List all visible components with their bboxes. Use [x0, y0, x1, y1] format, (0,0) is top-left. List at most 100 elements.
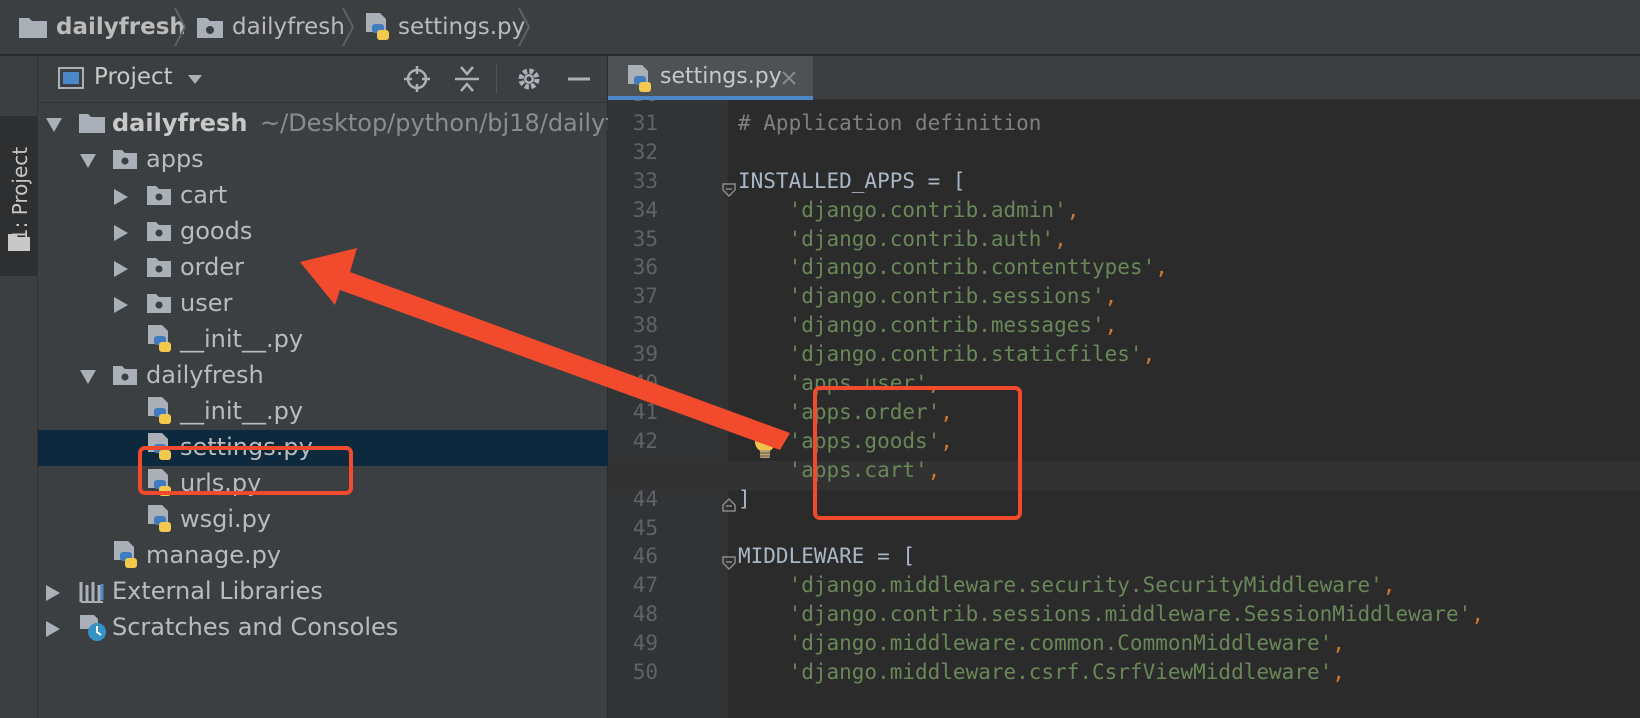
fold-marker-icon[interactable]: [722, 183, 736, 197]
folder-icon: [146, 220, 172, 246]
code-token: 'django.contrib.admin': [738, 197, 1067, 222]
breadcrumb-project[interactable]: dailyfresh: [18, 0, 186, 54]
chevron-right-icon: [342, 7, 355, 47]
line-number: 38: [632, 313, 658, 338]
line-number: 44: [632, 486, 658, 511]
code-token: 'django.middleware.csrf.CsrfViewMiddlewa…: [738, 660, 1333, 684]
tab-settings-py[interactable]: settings.py: [608, 56, 813, 100]
breadcrumb-label: dailyfresh: [56, 14, 186, 40]
tree-item-user[interactable]: user: [38, 286, 608, 322]
tree-item-label: External Libraries: [112, 577, 323, 605]
code-token: ]: [738, 486, 751, 511]
tree-item-dailyfresh[interactable]: dailyfresh ~/Desktop/python/bj18/dailyfre…: [38, 106, 666, 142]
code-token: ,: [1332, 660, 1345, 684]
code-token: ,: [940, 428, 953, 453]
tree-item-label: dailyfresh: [112, 109, 248, 137]
code-token: 'django.contrib.messages': [738, 313, 1105, 338]
scratches-icon: [78, 613, 108, 647]
fold-end-marker-icon[interactable]: [722, 498, 736, 512]
line-number: 47: [632, 573, 658, 598]
python-file-icon: [146, 324, 174, 358]
code-line: MIDDLEWARE = [: [738, 544, 915, 568]
gear-icon[interactable]: [512, 62, 546, 96]
expand-down-icon[interactable]: [80, 369, 96, 388]
tree-item-urls-py[interactable]: urls.py: [38, 466, 608, 502]
close-icon[interactable]: [780, 69, 798, 87]
code-line: 'django.contrib.contenttypes',: [738, 255, 1168, 279]
code-token: 'django.contrib.auth': [738, 226, 1055, 251]
tree-item-label: __init__.py: [180, 397, 304, 425]
expand-right-icon[interactable]: [114, 225, 128, 245]
expand-right-icon[interactable]: [114, 297, 128, 317]
navigation-bar: dailyfresh dailyfresh settings.py: [0, 0, 1640, 55]
expand-down-icon[interactable]: [80, 153, 96, 172]
line-number: 49: [632, 631, 658, 656]
line-number: 37: [632, 284, 658, 309]
project-view-selector[interactable]: Project: [94, 64, 173, 90]
folder-icon: [112, 364, 138, 390]
line-number: 35: [632, 226, 658, 251]
tree-item-init-py[interactable]: __init__.py: [38, 322, 608, 358]
tree-item-manage-py[interactable]: manage.py: [38, 538, 608, 574]
python-file-icon: [112, 540, 140, 574]
breadcrumb-file[interactable]: settings.py: [364, 0, 525, 54]
project-tool-tab[interactable]: 1: Project: [0, 116, 37, 276]
expand-right-icon[interactable]: [46, 621, 60, 641]
chevron-down-icon[interactable]: [188, 75, 202, 84]
code-line: 'django.contrib.sessions',: [738, 284, 1118, 308]
folder-icon: [78, 112, 106, 138]
line-number: 39: [632, 342, 658, 367]
code-line: 'django.contrib.sessions.middleware.Sess…: [738, 602, 1484, 626]
python-file-icon: [146, 432, 174, 466]
code-token: 'apps.order': [738, 399, 941, 424]
code-token: 'apps.user': [738, 371, 928, 395]
tree-item-label: __init__.py: [180, 325, 304, 353]
expand-right-icon[interactable]: [114, 261, 128, 281]
tree-item-label: Scratches and Consoles: [112, 613, 399, 641]
lightbulb-icon[interactable]: [752, 430, 778, 462]
code-token: 'django.contrib.contenttypes': [738, 255, 1156, 280]
code-editor[interactable]: 3031323334353637383940414243444546474849…: [608, 100, 1640, 718]
crosshair-icon[interactable]: [400, 62, 434, 96]
code-token: INSTALLED_APPS = [: [738, 168, 966, 193]
line-number: 32: [632, 139, 658, 164]
tree-item-scratches-and-consoles[interactable]: Scratches and Consoles: [38, 610, 608, 646]
breadcrumb-package[interactable]: dailyfresh: [196, 0, 345, 54]
code-line: 'django.contrib.messages',: [738, 313, 1118, 338]
expand-down-icon[interactable]: [46, 117, 62, 136]
line-number: 48: [632, 602, 658, 627]
tree-item-order[interactable]: order: [38, 250, 608, 286]
tree-item-wsgi-py[interactable]: wsgi.py: [38, 502, 608, 538]
tree-item-settings-py[interactable]: settings.py: [38, 430, 608, 466]
collapse-all-icon[interactable]: [450, 62, 484, 96]
expand-right-icon[interactable]: [114, 189, 128, 209]
code-line: 'django.contrib.staticfiles',: [738, 342, 1156, 366]
toolbar-divider: [496, 64, 497, 94]
fold-marker-icon[interactable]: [722, 556, 736, 570]
tree-item-init-py[interactable]: __init__.py: [38, 394, 608, 430]
code-token: ,: [927, 371, 941, 395]
tree-item-cart[interactable]: cart: [38, 178, 608, 214]
code-token: ,: [1155, 255, 1168, 280]
tree-item-label: goods: [180, 217, 253, 245]
tool-window-stripe: 1: Project: [0, 56, 38, 718]
tree-item-apps[interactable]: apps: [38, 142, 608, 178]
expand-right-icon[interactable]: [46, 585, 60, 605]
code-token: ,: [1054, 226, 1067, 251]
tree-item-label: urls.py: [180, 469, 262, 497]
line-number: 42: [632, 428, 658, 453]
tree-item-dailyfresh[interactable]: dailyfresh: [38, 358, 608, 394]
folder-icon: [146, 292, 172, 318]
code-line: ]: [738, 487, 751, 511]
minimize-icon[interactable]: [562, 62, 596, 96]
python-file-icon: [628, 65, 651, 92]
code-token: MIDDLEWARE = [: [738, 544, 916, 569]
tree-item-goods[interactable]: goods: [38, 214, 608, 250]
tree-item-label: order: [180, 253, 244, 281]
code-token: 'django.contrib.sessions.middleware.Sess…: [738, 602, 1472, 627]
code-line: INSTALLED_APPS = [: [738, 169, 966, 193]
code-token: 'django.middleware.common.CommonMiddlewa…: [738, 631, 1333, 656]
tree-item-external-libraries[interactable]: External Libraries: [38, 574, 608, 610]
tree-item-path: ~/Desktop/python/bj18/dailyfresh: [260, 109, 666, 137]
package-folder-icon: [197, 18, 223, 38]
